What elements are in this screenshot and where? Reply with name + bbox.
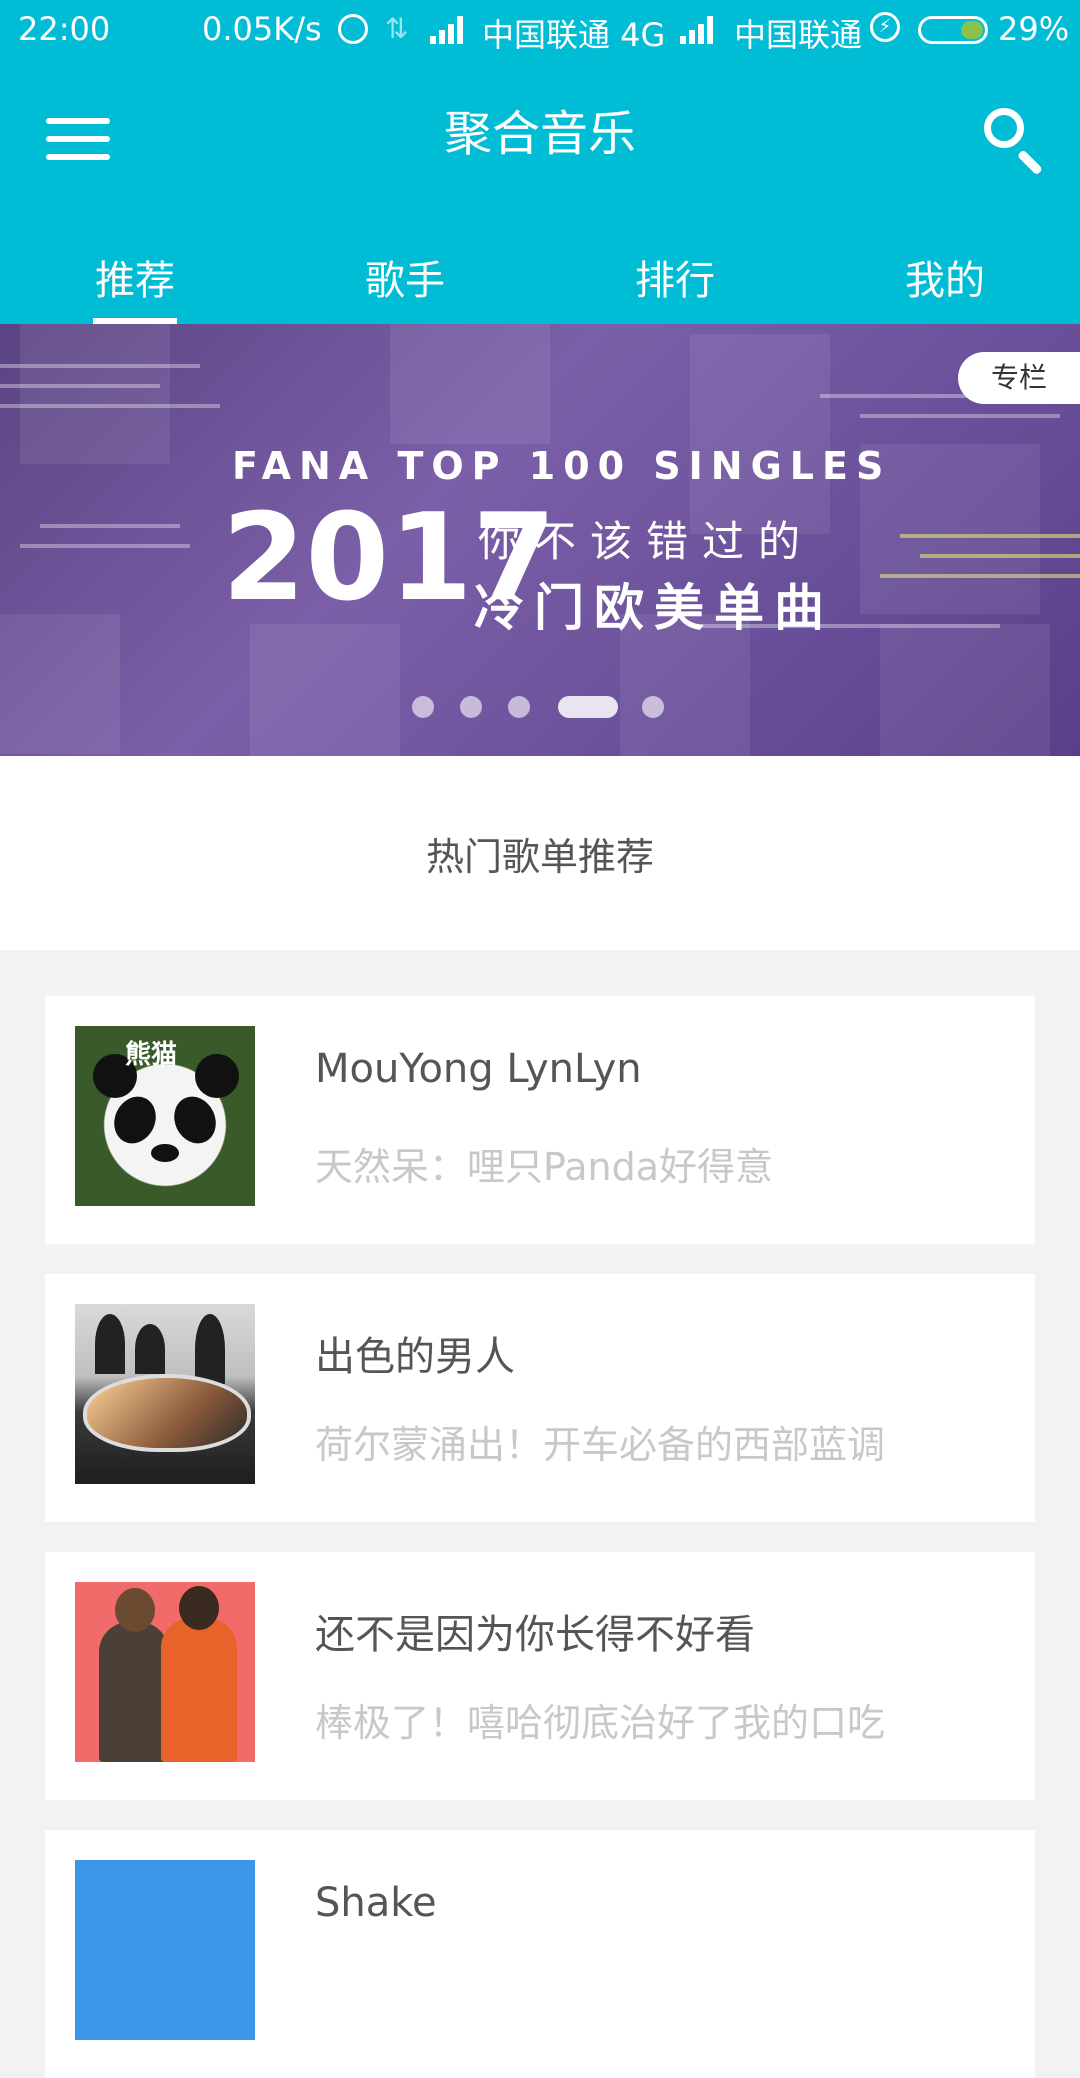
tab-mine[interactable]: 我的 bbox=[810, 224, 1080, 324]
playlist-name: MouYong LynLyn bbox=[315, 1046, 642, 1092]
banner-art bbox=[690, 334, 830, 534]
playlist-desc: 荷尔蒙涌出！开车必备的西部蓝调 bbox=[315, 1423, 886, 1467]
search-icon[interactable] bbox=[980, 104, 1050, 176]
playlist-cover bbox=[75, 1304, 255, 1484]
tab-recommend[interactable]: 推荐 bbox=[0, 224, 270, 324]
tab-bar: 推荐 歌手 排行 我的 bbox=[0, 224, 1080, 324]
banner-subtitle: FANA TOP 100 SINGLES bbox=[232, 444, 892, 488]
cover-caption: 熊猫 bbox=[125, 1040, 178, 1070]
cover-art bbox=[99, 1622, 169, 1762]
playlist-cover bbox=[75, 1582, 255, 1762]
banner-art bbox=[920, 554, 1080, 558]
signal-icon bbox=[430, 14, 470, 44]
banner-art bbox=[250, 624, 400, 756]
battery-percent: 29% bbox=[998, 10, 1070, 48]
tab-label: 我的 bbox=[905, 258, 985, 304]
tab-charts[interactable]: 排行 bbox=[540, 224, 810, 324]
battery-icon bbox=[918, 16, 988, 44]
cover-art bbox=[151, 1144, 179, 1162]
banner-art bbox=[0, 614, 120, 754]
banner-art bbox=[0, 384, 160, 388]
signal-icon bbox=[680, 14, 720, 44]
tab-label: 排行 bbox=[635, 258, 715, 304]
cover-art bbox=[95, 1314, 125, 1374]
playlist-card[interactable]: Shake bbox=[45, 1830, 1035, 2078]
playlist-card[interactable]: 熊猫 MouYong LynLyn 天然呆：哩只Panda好得意 bbox=[45, 996, 1035, 1244]
cover-art bbox=[166, 1089, 224, 1151]
cover-art bbox=[135, 1324, 165, 1374]
carousel-dot[interactable] bbox=[460, 696, 482, 718]
tab-singers[interactable]: 歌手 bbox=[270, 224, 540, 324]
cover-art bbox=[195, 1314, 225, 1384]
playlist-name: 出色的男人 bbox=[315, 1334, 515, 1380]
banner-carousel[interactable]: 专栏 FANA TOP 100 SINGLES 2017 你不该错过的 冷门欧美… bbox=[0, 324, 1080, 756]
banner-art bbox=[20, 324, 170, 464]
playlist-cover: 熊猫 bbox=[75, 1026, 255, 1206]
carousel-dot[interactable] bbox=[508, 696, 530, 718]
banner-art bbox=[40, 524, 180, 528]
tab-label: 推荐 bbox=[95, 258, 175, 304]
carousel-dot[interactable] bbox=[642, 696, 664, 718]
banner-badge: 专栏 bbox=[958, 352, 1080, 404]
playlist-name: 还不是因为你长得不好看 bbox=[315, 1612, 755, 1658]
cover-art bbox=[161, 1618, 237, 1762]
carousel-dot[interactable] bbox=[412, 696, 434, 718]
playlist-card[interactable]: 出色的男人 荷尔蒙涌出！开车必备的西部蓝调 bbox=[45, 1274, 1035, 1522]
tab-label: 歌手 bbox=[365, 258, 445, 304]
cover-art bbox=[83, 1374, 251, 1452]
section-title: 热门歌单推荐 bbox=[425, 835, 654, 879]
network-speed: 0.05K/s bbox=[202, 10, 322, 48]
section-header: 热门歌单推荐 bbox=[0, 756, 1080, 950]
banner-line-2: 冷门欧美单曲 bbox=[474, 579, 834, 637]
banner-line-1: 你不该错过的 bbox=[478, 517, 815, 566]
status-bar: 22:00 0.05K/s ⇅ 中国联通 4G 中国联通 ⚡ 29% bbox=[0, 0, 1080, 64]
carrier-1: 中国联通 4G bbox=[482, 16, 666, 54]
playlist-name: Shake bbox=[315, 1880, 437, 1926]
banner-art bbox=[0, 404, 220, 408]
alarm-icon bbox=[338, 14, 368, 44]
cover-art bbox=[195, 1054, 239, 1098]
playlist-desc: 棒极了！嘻哈彻底治好了我的口吃 bbox=[315, 1701, 886, 1745]
playlist-card[interactable]: 还不是因为你长得不好看 棒极了！嘻哈彻底治好了我的口吃 bbox=[45, 1552, 1035, 1800]
banner-art bbox=[20, 544, 190, 548]
banner-art bbox=[880, 574, 1080, 578]
banner-art bbox=[900, 534, 1080, 538]
app-bar: 聚合音乐 推荐 歌手 排行 我的 bbox=[0, 64, 1080, 324]
charging-icon: ⚡ bbox=[870, 12, 900, 42]
data-arrows-icon: ⇅ bbox=[385, 12, 409, 45]
banner-art bbox=[0, 364, 200, 368]
banner-art bbox=[880, 624, 1050, 756]
carousel-dot-active[interactable] bbox=[558, 696, 618, 718]
app-title: 聚合音乐 bbox=[443, 106, 636, 162]
carrier-2: 中国联通 bbox=[734, 16, 863, 54]
playlist-desc: 天然呆：哩只Panda好得意 bbox=[315, 1145, 773, 1189]
playlist-cover bbox=[75, 1860, 255, 2040]
banner-art bbox=[860, 414, 1060, 418]
cover-art bbox=[179, 1586, 219, 1630]
status-time: 22:00 bbox=[18, 10, 111, 48]
cover-art bbox=[106, 1089, 164, 1151]
cover-art bbox=[115, 1588, 155, 1632]
banner-art bbox=[390, 324, 550, 444]
